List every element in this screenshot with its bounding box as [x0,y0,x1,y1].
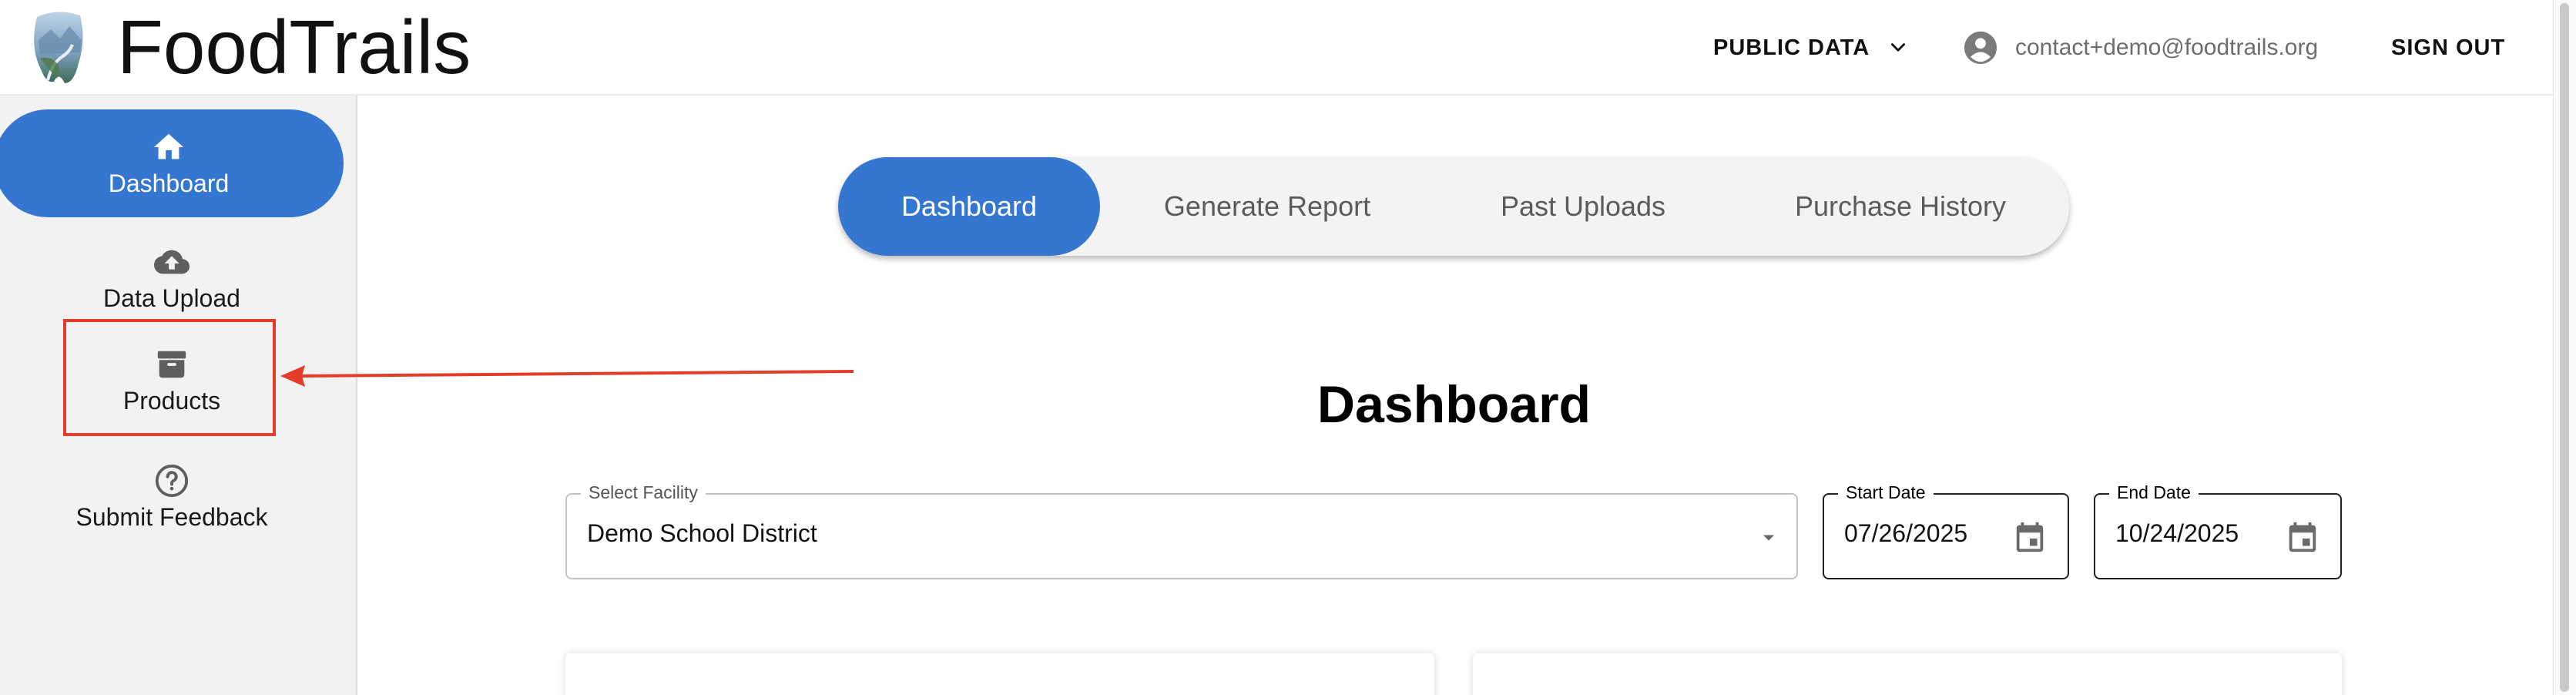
end-date-field[interactable]: End Date 10/24/2025 [2094,482,2342,579]
sign-out-button[interactable]: SIGN OUT [2391,32,2505,63]
tab-dashboard[interactable]: Dashboard [838,157,1100,256]
user-info: contact+demo@foodtrails.org [1963,26,2318,69]
cloud-upload-icon [154,250,190,274]
facility-select-value: Demo School District [587,519,817,547]
calendar-icon[interactable] [2012,519,2048,555]
annotation-highlight-box [63,319,276,436]
help-circle-icon [155,464,189,497]
dashboard-card [1473,653,2342,695]
facility-select-label: Select Facility [581,482,706,503]
main-tabs: Dashboard Generate Report Past Uploads P… [838,157,2069,256]
dashboard-card [565,653,1434,695]
dropdown-arrow-icon [1763,535,1774,541]
sidebar-item-label: Data Upload [103,284,240,312]
home-icon [153,133,184,159]
scrollbar-thumb[interactable] [2560,3,2569,692]
sidebar-item-data-upload[interactable]: Data Upload [0,233,344,324]
chevron-down-icon [1891,43,1906,52]
sidebar-item-dashboard[interactable]: Dashboard [0,109,344,217]
page-title: Dashboard [1317,375,1592,434]
account-circle-icon [1964,31,1997,65]
public-data-dropdown[interactable]: PUBLIC DATA [1713,32,1908,63]
facility-select[interactable]: Select Facility Demo School District [565,482,1798,579]
sidebar-item-label: Submit Feedback [75,502,268,531]
start-date-field[interactable]: Start Date 07/26/2025 [1823,482,2069,579]
tab-past-uploads[interactable]: Past Uploads [1434,157,1732,256]
tab-purchase-history[interactable]: Purchase History [1732,157,2069,256]
user-email: contact+demo@foodtrails.org [2015,35,2319,60]
foodtrails-logo-icon[interactable] [26,9,88,85]
annotation-arrow-icon [280,365,854,387]
end-date-label: End Date [2109,482,2199,503]
sidebar-item-submit-feedback[interactable]: Submit Feedback [0,445,344,549]
start-date-value: 07/26/2025 [1844,519,1968,547]
page-scrollbar[interactable] [2553,0,2576,695]
tab-generate-report[interactable]: Generate Report [1100,157,1434,256]
sidebar-item-label: Dashboard [108,169,230,197]
calendar-icon[interactable] [2285,519,2320,555]
start-date-label: Start Date [1838,482,1934,503]
public-data-label: PUBLIC DATA [1713,35,1870,60]
brand-name[interactable]: FoodTrails [117,5,471,89]
end-date-value: 10/24/2025 [2115,519,2239,547]
app-header: FoodTrails PUBLIC DATA contact+demo@food… [0,0,2553,96]
